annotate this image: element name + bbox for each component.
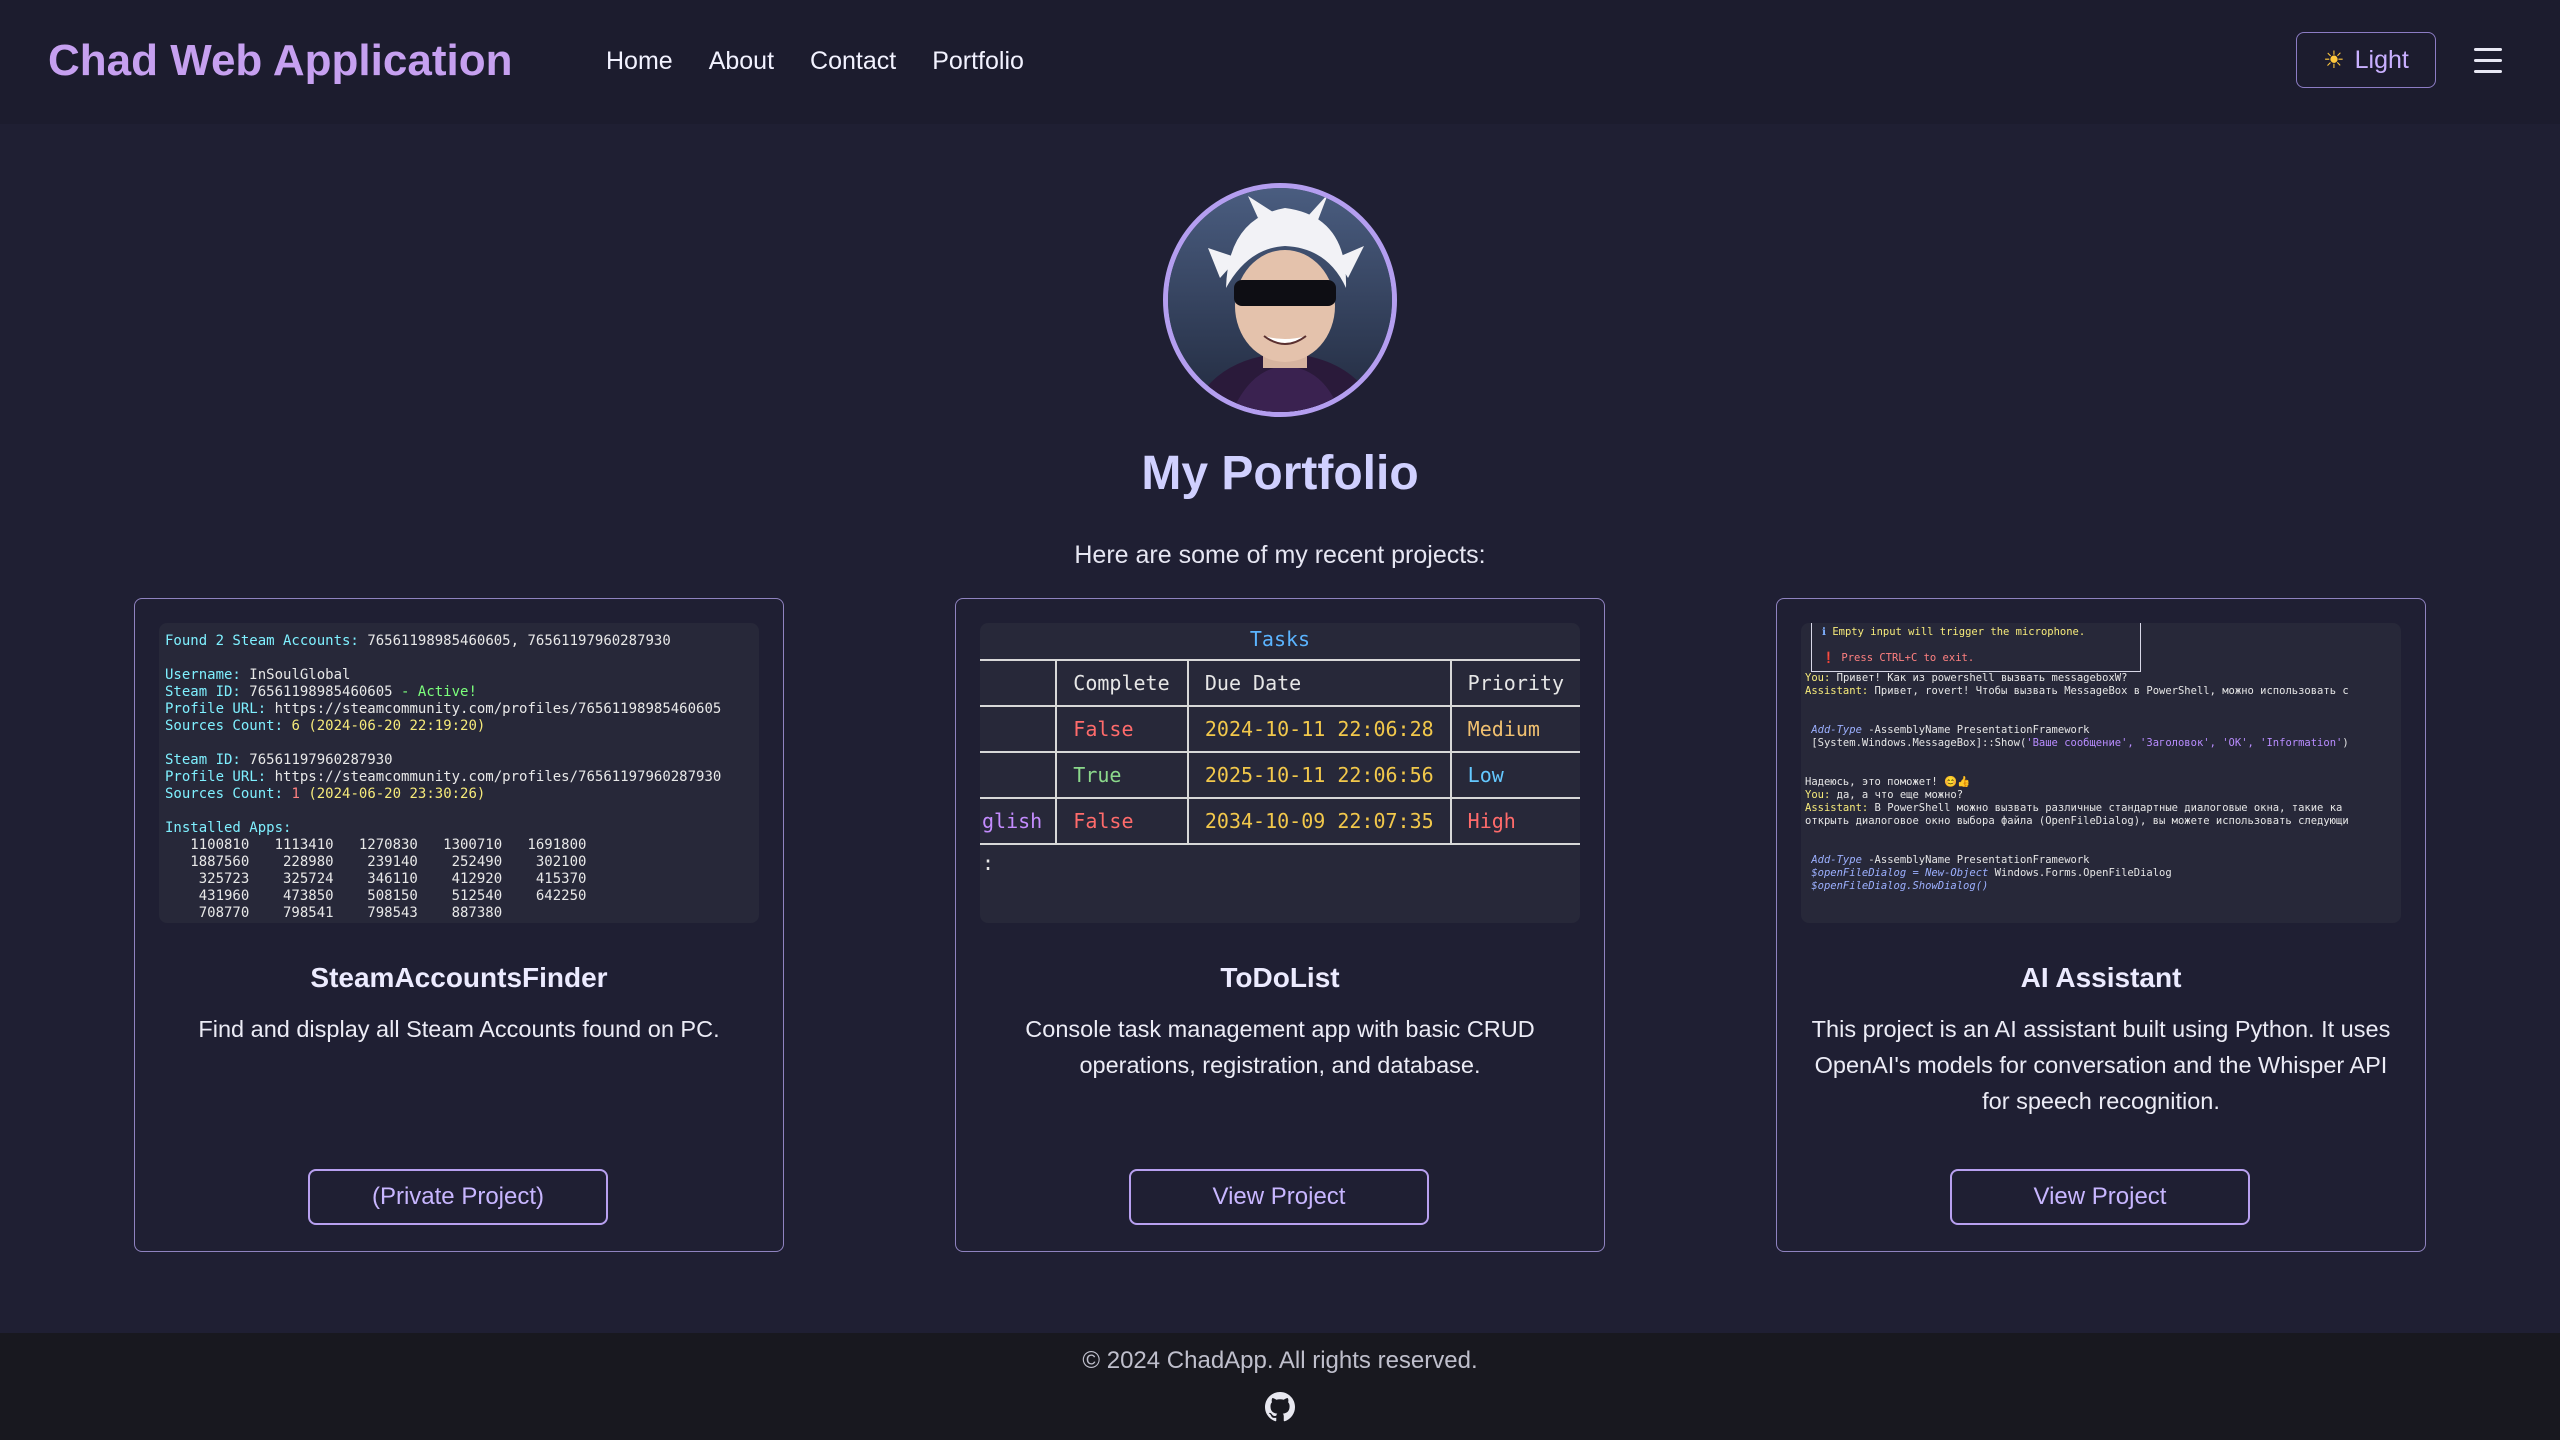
tasks-table-title: Tasks	[1249, 627, 1311, 651]
page-title: My Portfolio	[1141, 447, 1419, 500]
project-title: ToDoList	[1220, 962, 1340, 993]
copyright-text: © 2024 ChadApp. All rights reserved.	[1082, 1347, 1478, 1374]
nav-link-portfolio[interactable]: Portfolio	[932, 47, 1024, 76]
project-description: Find and display all Steam Accounts foun…	[198, 1016, 720, 1042]
view-project-button[interactable]: View Project	[1129, 1169, 1429, 1225]
project-card-steamaccountsfinder: Found 2 Steam Accounts: 7656119898546060…	[134, 598, 784, 1252]
table-header: Priority	[1449, 659, 1580, 707]
private-project-button[interactable]: (Private Project)	[308, 1169, 608, 1225]
theme-toggle-button[interactable]: ☀ Light	[2296, 32, 2436, 88]
project-card-ai-assistant: ℹ Empty input will trigger the microphon…	[1776, 598, 2426, 1252]
table-header: Complete	[1055, 659, 1189, 707]
nav-link-about[interactable]: About	[709, 47, 774, 76]
chat-transcript: ℹ Empty input will trigger the microphon…	[1801, 623, 2401, 899]
view-project-button[interactable]: View Project	[1950, 1169, 2250, 1225]
hamburger-menu-icon[interactable]	[2474, 48, 2502, 76]
avatar-image	[1168, 188, 1392, 412]
nav-link-home[interactable]: Home	[606, 47, 673, 76]
project-description: Console task management app with basic C…	[1025, 1016, 1535, 1078]
info-box: ℹ Empty input will trigger the microphon…	[1811, 623, 2141, 672]
table-row: True 2025-10-11 22:06:56 Low	[980, 751, 1580, 799]
project-card-todolist: Tasks Complete Due Date Priority False 2…	[955, 598, 1605, 1252]
project-screenshot: Tasks Complete Due Date Priority False 2…	[980, 623, 1580, 923]
avatar	[1163, 183, 1397, 417]
console-prompt: :	[982, 851, 995, 875]
theme-toggle-label: Light	[2354, 45, 2409, 74]
table-row: False 2024-10-11 22:06:28 Medium	[980, 705, 1580, 753]
project-title: SteamAccountsFinder	[310, 962, 608, 993]
table-header: Due Date	[1186, 659, 1452, 707]
tasks-table: Complete Due Date Priority False 2024-10…	[980, 659, 1580, 845]
nav-link-contact[interactable]: Contact	[810, 47, 896, 76]
project-title: AI Assistant	[2020, 962, 2182, 993]
nav-links: Home About Contact Portfolio	[606, 47, 1024, 76]
navbar: Chad Web Application Home About Contact …	[0, 0, 2560, 124]
table-row: glish False 2034-10-09 22:07:35 High	[980, 797, 1580, 845]
page-subtitle: Here are some of my recent projects:	[1074, 541, 1486, 569]
project-description: This project is an AI assistant built us…	[1811, 1016, 2391, 1114]
terminal-output: Found 2 Steam Accounts: 7656119898546060…	[165, 633, 722, 921]
sun-icon: ☀	[2323, 46, 2345, 74]
table-header-row: Complete Due Date Priority	[980, 659, 1580, 707]
brand-title[interactable]: Chad Web Application	[48, 36, 512, 86]
table-header	[980, 659, 1058, 707]
project-screenshot: Found 2 Steam Accounts: 7656119898546060…	[159, 623, 759, 923]
project-screenshot: ℹ Empty input will trigger the microphon…	[1801, 623, 2401, 923]
github-icon[interactable]	[1265, 1392, 1295, 1422]
